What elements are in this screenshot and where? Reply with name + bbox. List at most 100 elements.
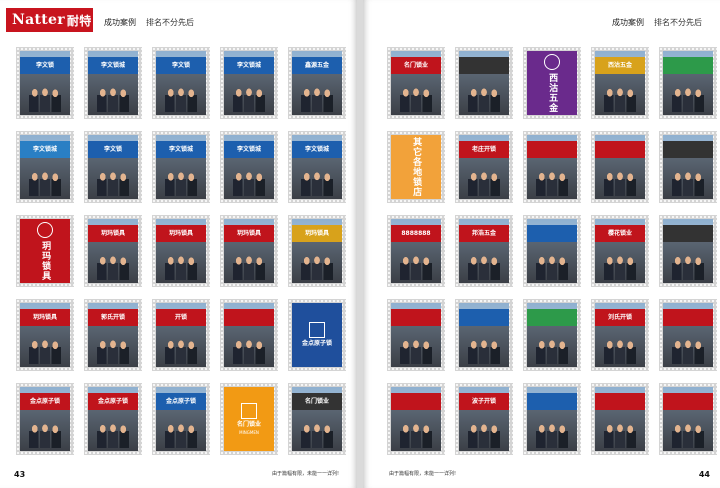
brand-logo-subtext: MINGMEN <box>239 430 259 436</box>
store-photo-tile: 名门锁业 <box>387 47 445 119</box>
people-group <box>165 423 197 448</box>
shop-sign <box>224 309 274 327</box>
store-photo-tile <box>387 299 445 371</box>
people-group <box>29 339 61 364</box>
shop-sign: 李文锁城 <box>224 57 274 75</box>
storefront-photo <box>527 219 577 283</box>
people-group <box>672 87 704 112</box>
shop-sign: 8888888 <box>391 225 441 243</box>
storefront-photo: 李文锁城 <box>20 135 70 199</box>
store-photo-tile: 李文锁城 <box>152 131 210 203</box>
people-group <box>468 171 500 196</box>
people-group <box>97 423 129 448</box>
storefront-photo <box>595 135 645 199</box>
store-photo-tile: 李文锁 <box>16 47 74 119</box>
header-subtitle: 排名不分先后 <box>654 18 702 27</box>
storefront-photo: 老庄开锁 <box>459 135 509 199</box>
people-group <box>400 339 432 364</box>
brand-logo-panel: 金点原子锁 <box>292 303 342 367</box>
shop-sign: 李文锁城 <box>224 141 274 159</box>
left-page: Natter 耐特 成功案例 排名不分先后 李文锁 李文锁城 李文锁 李文锁城 鑫源五金 李文… <box>0 0 357 488</box>
people-group <box>400 255 432 280</box>
store-photo-tile: 玥玛锁具 <box>152 215 210 287</box>
store-photo-tile <box>523 383 581 455</box>
storefront-photo: 8888888 <box>391 219 441 283</box>
storefront-photo <box>459 303 509 367</box>
store-photo-tile <box>659 47 717 119</box>
shop-sign: 李文锁城 <box>20 141 70 159</box>
storefront-photo: 玥玛锁具 <box>292 219 342 283</box>
store-photo-tile: 玥玛锁具 <box>220 215 278 287</box>
people-group <box>233 339 265 364</box>
shop-sign <box>663 309 713 327</box>
shop-sign: 樱花锁业 <box>595 225 645 243</box>
people-group <box>165 339 197 364</box>
brand-logo: Natter 耐特 <box>6 8 93 32</box>
people-group <box>672 171 704 196</box>
store-photo-tile: 李文锁 <box>84 131 142 203</box>
store-photo-tile: 名门锁业 <box>288 383 346 455</box>
shop-sign <box>459 309 509 327</box>
storefront-photo: 玥玛锁具 <box>224 219 274 283</box>
shop-sign <box>663 393 713 411</box>
store-photo-tile <box>220 299 278 371</box>
shop-sign <box>527 309 577 327</box>
storefront-photo: 玥玛锁具 <box>156 219 206 283</box>
shop-sign <box>391 309 441 327</box>
people-group <box>301 171 333 196</box>
case-photo-grid: 名门锁业 西沽五金 西沽五金 其它各地锁店 老庄开锁 8888888 邦浩五金 樱花锁业 刘氏开… <box>387 47 717 467</box>
storefront-photo: 金点原子锁 <box>88 387 138 451</box>
people-group <box>604 339 636 364</box>
brand-logo-tile: 其它各地锁店 <box>387 131 445 203</box>
shop-sign: 名门锁业 <box>391 57 441 75</box>
brand-mark-icon <box>37 221 53 238</box>
store-photo-tile: 樱花锁业 <box>591 215 649 287</box>
storefront-photo: 名门锁业 <box>391 51 441 115</box>
people-group <box>233 87 265 112</box>
shop-sign <box>527 141 577 159</box>
people-group <box>165 171 197 196</box>
people-group <box>165 255 197 280</box>
store-photo-tile <box>455 47 513 119</box>
store-photo-tile: 李文锁城 <box>84 47 142 119</box>
people-group <box>233 171 265 196</box>
store-photo-tile <box>591 131 649 203</box>
people-group <box>97 171 129 196</box>
brand-mark-icon <box>241 402 257 419</box>
store-photo-tile: 郭氏开锁 <box>84 299 142 371</box>
shop-sign: 西沽五金 <box>595 57 645 75</box>
shop-sign: 名门锁业 <box>292 393 342 411</box>
store-photo-tile: 李文锁城 <box>16 131 74 203</box>
shop-sign: 开锁 <box>156 309 206 327</box>
people-group <box>233 255 265 280</box>
storefront-photo <box>391 387 441 451</box>
storefront-photo: 樱花锁业 <box>595 219 645 283</box>
page-header: 成功案例 排名不分先后 <box>612 17 702 28</box>
header-title: 成功案例 <box>104 18 136 27</box>
people-group <box>536 339 568 364</box>
brand-mark-icon <box>544 53 560 70</box>
shop-sign: 李文锁城 <box>88 57 138 75</box>
brand-name-cn: 耐特 <box>66 13 92 28</box>
store-photo-tile <box>659 383 717 455</box>
people-group <box>468 423 500 448</box>
brand-mark-icon <box>309 322 325 339</box>
storefront-photo: 李文锁 <box>156 51 206 115</box>
storefront-photo: 金点原子锁 <box>20 387 70 451</box>
shop-sign: 李文锁 <box>156 57 206 75</box>
footer-note: 由于篇幅有限，未能一一详列! <box>272 471 340 477</box>
storefront-photo <box>224 303 274 367</box>
people-group <box>29 87 61 112</box>
brand-logo-panel: 玥玛锁具 <box>20 219 70 283</box>
storefront-photo: 波子开锁 <box>459 387 509 451</box>
shop-sign: 玥玛锁具 <box>224 225 274 243</box>
shop-sign: 玥玛锁具 <box>20 309 70 327</box>
page-number: 44 <box>698 470 710 479</box>
store-photo-tile: 玥玛锁具 <box>84 215 142 287</box>
footer-note: 由于篇幅有限，未能一一详列! <box>389 471 457 477</box>
people-group <box>672 423 704 448</box>
people-group <box>604 423 636 448</box>
storefront-photo: 鑫源五金 <box>292 51 342 115</box>
people-group <box>400 423 432 448</box>
store-photo-tile: 开锁 <box>152 299 210 371</box>
